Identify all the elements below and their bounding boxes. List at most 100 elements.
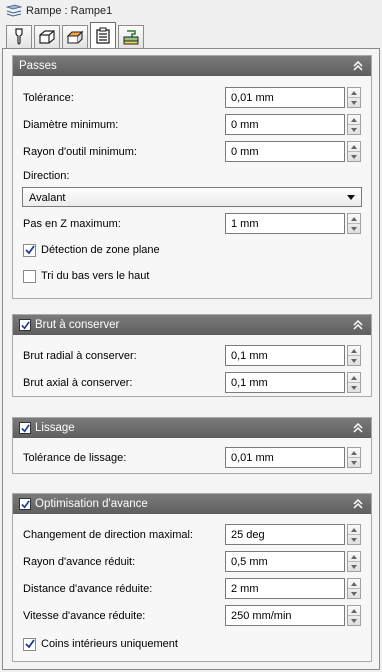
tab-passes[interactable] bbox=[90, 22, 116, 48]
min-diameter-field[interactable] bbox=[225, 114, 345, 135]
axial-stock-label: Brut axial à conserver: bbox=[23, 377, 133, 389]
tab-linking[interactable] bbox=[118, 25, 144, 48]
tab-tool[interactable] bbox=[6, 25, 32, 48]
checkmark-icon bbox=[20, 423, 30, 432]
reduced-radius-field[interactable] bbox=[225, 551, 345, 572]
tab-geometry[interactable] bbox=[62, 25, 88, 48]
spin-up-icon[interactable] bbox=[348, 214, 360, 223]
collapse-icon[interactable] bbox=[351, 318, 365, 332]
stock-group-title: Brut à conserver bbox=[35, 319, 120, 331]
reduced-radius-row: Rayon d'avance réduit: bbox=[13, 551, 371, 573]
tolerance-spinner[interactable] bbox=[347, 87, 361, 108]
reduced-radius-input[interactable] bbox=[226, 552, 344, 571]
radial-stock-spinner[interactable] bbox=[347, 345, 361, 366]
reduced-radius-label: Rayon d'avance réduit: bbox=[23, 556, 136, 568]
spin-down-icon[interactable] bbox=[348, 124, 360, 134]
axial-stock-spinner[interactable] bbox=[347, 372, 361, 393]
smoothing-tolerance-input[interactable] bbox=[226, 448, 344, 467]
min-radius-label: Rayon d'outil minimum: bbox=[23, 146, 137, 158]
reduced-rate-spinner[interactable] bbox=[347, 605, 361, 626]
spin-down-icon[interactable] bbox=[348, 457, 360, 467]
smoothing-tolerance-row: Tolérance de lissage: bbox=[13, 447, 371, 469]
reduced-distance-spinner[interactable] bbox=[347, 578, 361, 599]
checkmark-icon bbox=[24, 245, 35, 255]
stock-group-header[interactable]: Brut à conserver bbox=[13, 315, 371, 335]
spin-up-icon[interactable] bbox=[348, 115, 360, 124]
stock-enable-checkbox[interactable] bbox=[19, 319, 31, 331]
inner-corners-row[interactable]: Coins intérieurs uniquement bbox=[23, 636, 178, 652]
max-z-step-spinner[interactable] bbox=[347, 213, 361, 234]
min-diameter-input[interactable] bbox=[226, 115, 344, 134]
stock-box-icon bbox=[39, 30, 55, 44]
min-radius-field[interactable] bbox=[225, 141, 345, 162]
tolerance-row: Tolérance: bbox=[13, 87, 371, 109]
axial-stock-field[interactable] bbox=[225, 372, 345, 393]
axial-stock-row: Brut axial à conserver: bbox=[13, 372, 371, 394]
max-dir-change-row: Changement de direction maximal: bbox=[13, 524, 371, 546]
direction-select[interactable]: Avalant bbox=[22, 187, 362, 207]
spin-down-icon[interactable] bbox=[348, 151, 360, 161]
spin-up-icon[interactable] bbox=[348, 525, 360, 534]
window-titlebar: Rampe : Rampe1 bbox=[0, 0, 382, 22]
collapse-icon[interactable] bbox=[351, 497, 365, 511]
smoothing-group-header[interactable]: Lissage bbox=[13, 418, 371, 438]
min-radius-input[interactable] bbox=[226, 142, 344, 161]
spin-down-icon[interactable] bbox=[348, 615, 360, 625]
spin-up-icon[interactable] bbox=[348, 373, 360, 382]
tolerance-field[interactable] bbox=[225, 87, 345, 108]
tolerance-input[interactable] bbox=[226, 88, 344, 107]
spin-up-icon[interactable] bbox=[348, 606, 360, 615]
window-title: Rampe : Rampe1 bbox=[26, 5, 113, 17]
max-z-step-input[interactable] bbox=[226, 214, 344, 233]
tab-stock[interactable] bbox=[34, 25, 60, 48]
spin-up-icon[interactable] bbox=[348, 552, 360, 561]
min-radius-spinner[interactable] bbox=[347, 141, 361, 162]
spin-up-icon[interactable] bbox=[348, 448, 360, 457]
collapse-icon[interactable] bbox=[351, 421, 365, 435]
min-diameter-spinner[interactable] bbox=[347, 114, 361, 135]
flat-detection-row[interactable]: Détection de zone plane bbox=[23, 242, 160, 258]
spin-up-icon[interactable] bbox=[348, 579, 360, 588]
max-dir-change-field[interactable] bbox=[225, 524, 345, 545]
radial-stock-label: Brut radial à conserver: bbox=[23, 350, 137, 362]
spin-down-icon[interactable] bbox=[348, 223, 360, 233]
collapse-icon[interactable] bbox=[351, 59, 365, 73]
max-dir-change-spinner[interactable] bbox=[347, 524, 361, 545]
radial-stock-input[interactable] bbox=[226, 346, 344, 365]
passes-group: Passes Tolérance: Diamètre minimum: bbox=[12, 55, 372, 299]
spin-up-icon[interactable] bbox=[348, 142, 360, 151]
spin-down-icon[interactable] bbox=[348, 97, 360, 107]
spin-down-icon[interactable] bbox=[348, 588, 360, 598]
radial-stock-row: Brut radial à conserver: bbox=[13, 345, 371, 367]
axial-stock-input[interactable] bbox=[226, 373, 344, 392]
reduced-distance-input[interactable] bbox=[226, 579, 344, 598]
feed-opt-enable-checkbox[interactable] bbox=[19, 498, 31, 510]
reduced-distance-field[interactable] bbox=[225, 578, 345, 599]
spin-down-icon[interactable] bbox=[348, 561, 360, 571]
passes-icon bbox=[96, 27, 110, 44]
inner-corners-checkbox[interactable] bbox=[23, 637, 36, 651]
max-dir-change-input[interactable] bbox=[226, 525, 344, 544]
spin-down-icon[interactable] bbox=[348, 355, 360, 365]
flat-detection-checkbox[interactable] bbox=[23, 243, 36, 257]
passes-group-header[interactable]: Passes bbox=[13, 56, 371, 76]
smoothing-tolerance-spinner[interactable] bbox=[347, 447, 361, 468]
reduced-rate-field[interactable] bbox=[225, 605, 345, 626]
reduced-distance-label: Distance d'avance réduite: bbox=[23, 583, 153, 595]
bottom-up-row[interactable]: Tri du bas vers le haut bbox=[23, 268, 149, 284]
smoothing-tolerance-label: Tolérance de lissage: bbox=[23, 452, 127, 464]
radial-stock-field[interactable] bbox=[225, 345, 345, 366]
spin-down-icon[interactable] bbox=[348, 534, 360, 544]
smoothing-enable-checkbox[interactable] bbox=[19, 422, 31, 434]
max-z-step-field[interactable] bbox=[225, 213, 345, 234]
reduced-radius-spinner[interactable] bbox=[347, 551, 361, 572]
tab-bar bbox=[6, 22, 146, 48]
spin-up-icon[interactable] bbox=[348, 88, 360, 97]
bottom-up-checkbox[interactable] bbox=[23, 269, 36, 283]
feed-opt-group-header[interactable]: Optimisation d'avance bbox=[13, 494, 371, 514]
spin-up-icon[interactable] bbox=[348, 346, 360, 355]
smoothing-tolerance-field[interactable] bbox=[225, 447, 345, 468]
spin-down-icon[interactable] bbox=[348, 382, 360, 392]
reduced-rate-input[interactable] bbox=[226, 606, 344, 625]
min-diameter-label: Diamètre minimum: bbox=[23, 119, 119, 131]
